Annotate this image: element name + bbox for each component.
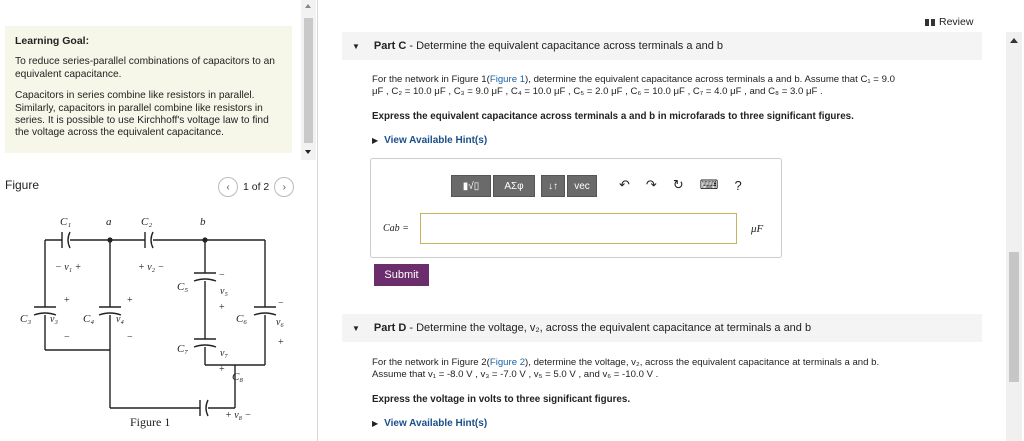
templates-button[interactable]: ▮√▯ — [451, 175, 491, 197]
label-a: a — [106, 216, 112, 228]
circuit-diagram: C₁ a C₂ b − v₁ + + v₂ − C₅ v₅ C₃ v₃ C₄ v… — [20, 216, 284, 429]
expand-triangle-icon: ▶ — [372, 136, 379, 145]
label-c4: C₄ — [83, 313, 94, 325]
sign-minus: − — [64, 332, 70, 343]
answer-box: ▮√▯ ΑΣφ ↓↑ vec ↶ ↷ ↻ ⌨ ? Cab = μF — [370, 158, 782, 258]
sign-plus: + — [219, 302, 225, 313]
left-scrollbar[interactable] — [301, 0, 316, 160]
label-v2: + v₂ − — [138, 262, 164, 273]
label-v1: − v₁ + — [55, 262, 81, 273]
right-scroll-thumb[interactable] — [1009, 252, 1019, 382]
reset-icon[interactable]: ↻ — [673, 177, 684, 193]
answer-label: Cab = — [383, 223, 409, 234]
equation-toolbar: ▮√▯ ΑΣφ ↓↑ vec — [451, 175, 597, 197]
review-link[interactable]: Review — [925, 16, 973, 28]
label-b: b — [200, 216, 206, 228]
figure-next-button[interactable]: › — [274, 177, 295, 197]
label-c2: C₂ — [141, 216, 152, 228]
figure-header: Figure ‹ 1 of 2 › — [0, 172, 318, 202]
collapse-caret-icon[interactable]: ▼ — [352, 324, 360, 333]
figure-pager: ‹ 1 of 2 › — [218, 177, 295, 197]
label-v6: v₆ — [276, 317, 284, 328]
label-c8: C₈ — [232, 371, 243, 383]
subscript-superscript-button[interactable]: ↓↑ — [541, 175, 565, 197]
part-c-instruction: Express the equivalent capacitance acros… — [372, 111, 854, 122]
figure-page-indicator: 1 of 2 — [243, 181, 270, 193]
right-pane: Review ▼ Part C - Determine the equivale… — [342, 0, 1006, 441]
sign-plus: + — [278, 337, 284, 348]
label-v4: v₄ — [116, 314, 124, 325]
figure-2-link[interactable]: Figure 2 — [490, 357, 525, 368]
scroll-down-arrow-icon[interactable] — [305, 150, 311, 154]
keyboard-icon[interactable]: ⌨ — [700, 177, 719, 193]
part-c-hint-link[interactable]: ▶ View Available Hint(s) — [372, 135, 487, 146]
redo-icon[interactable]: ↷ — [646, 177, 657, 193]
left-pane: Learning Goal: To reduce series-parallel… — [0, 0, 318, 441]
help-icon[interactable]: ? — [734, 178, 741, 193]
part-c-header[interactable]: ▼ Part C - Determine the equivalent capa… — [342, 32, 982, 60]
expand-triangle-icon: ▶ — [372, 419, 379, 428]
sign-minus: − — [219, 270, 225, 281]
label-c6: C₆ — [236, 313, 247, 325]
greek-symbols-button[interactable]: ΑΣφ — [493, 175, 535, 197]
label-v7: v₇ — [220, 348, 228, 359]
part-d-title: Part D - Determine the voltage, v₂, acro… — [373, 322, 812, 334]
label-c1: C₁ — [60, 216, 71, 228]
learning-goal-text-1: To reduce series-parallel combinations o… — [15, 56, 275, 80]
part-d-hint-link[interactable]: ▶ View Available Hint(s) — [372, 418, 487, 429]
scroll-up-arrow-icon[interactable] — [305, 4, 311, 8]
review-icon — [925, 18, 935, 26]
answer-unit: μF — [751, 223, 764, 235]
learning-goal-text-2: Capacitors in series combine like resist… — [15, 90, 269, 139]
editor-tools: ↶ ↷ ↻ ⌨ ? — [619, 177, 742, 193]
sign-plus: + — [219, 364, 225, 375]
part-c-title: Part C - Determine the equivalent capaci… — [373, 40, 724, 52]
part-d-instruction: Express the voltage in volts to three si… — [372, 394, 631, 405]
learning-goal-box: Learning Goal: To reduce series-parallel… — [5, 26, 292, 153]
part-d-description: For the network in Figure 2(Figure 2), d… — [372, 357, 880, 380]
submit-button[interactable]: Submit — [374, 264, 429, 286]
figure-1-link[interactable]: Figure 1 — [490, 74, 525, 85]
undo-icon[interactable]: ↶ — [619, 177, 630, 193]
left-scroll-thumb[interactable] — [304, 18, 313, 143]
part-c-description: For the network in Figure 1(Figure 1), d… — [372, 74, 895, 97]
label-c3: C₃ — [20, 313, 31, 325]
label-v8: + v₈ − — [225, 410, 251, 421]
scroll-up-arrow-icon[interactable] — [1010, 38, 1018, 43]
learning-goal-title: Learning Goal: — [15, 35, 90, 47]
sign-plus: + — [127, 295, 133, 306]
review-label: Review — [939, 16, 974, 28]
sign-minus: − — [127, 332, 133, 343]
label-c5: C₅ — [177, 281, 188, 293]
part-d-header[interactable]: ▼ Part D - Determine the voltage, v₂, ac… — [342, 314, 982, 342]
figure-prev-button[interactable]: ‹ — [218, 177, 238, 197]
right-scrollbar[interactable] — [1006, 32, 1022, 441]
figure-label: Figure — [5, 178, 40, 192]
figure-caption: Figure 1 — [130, 415, 170, 429]
label-v3: v₃ — [50, 314, 58, 325]
capacitance-answer-input[interactable] — [420, 213, 737, 244]
label-c7: C₇ — [177, 343, 188, 355]
sign-plus: + — [64, 295, 70, 306]
label-v5: v₅ — [220, 286, 228, 297]
collapse-caret-icon[interactable]: ▼ — [352, 42, 360, 51]
vector-button[interactable]: vec — [567, 175, 597, 197]
sign-minus: − — [278, 298, 284, 309]
